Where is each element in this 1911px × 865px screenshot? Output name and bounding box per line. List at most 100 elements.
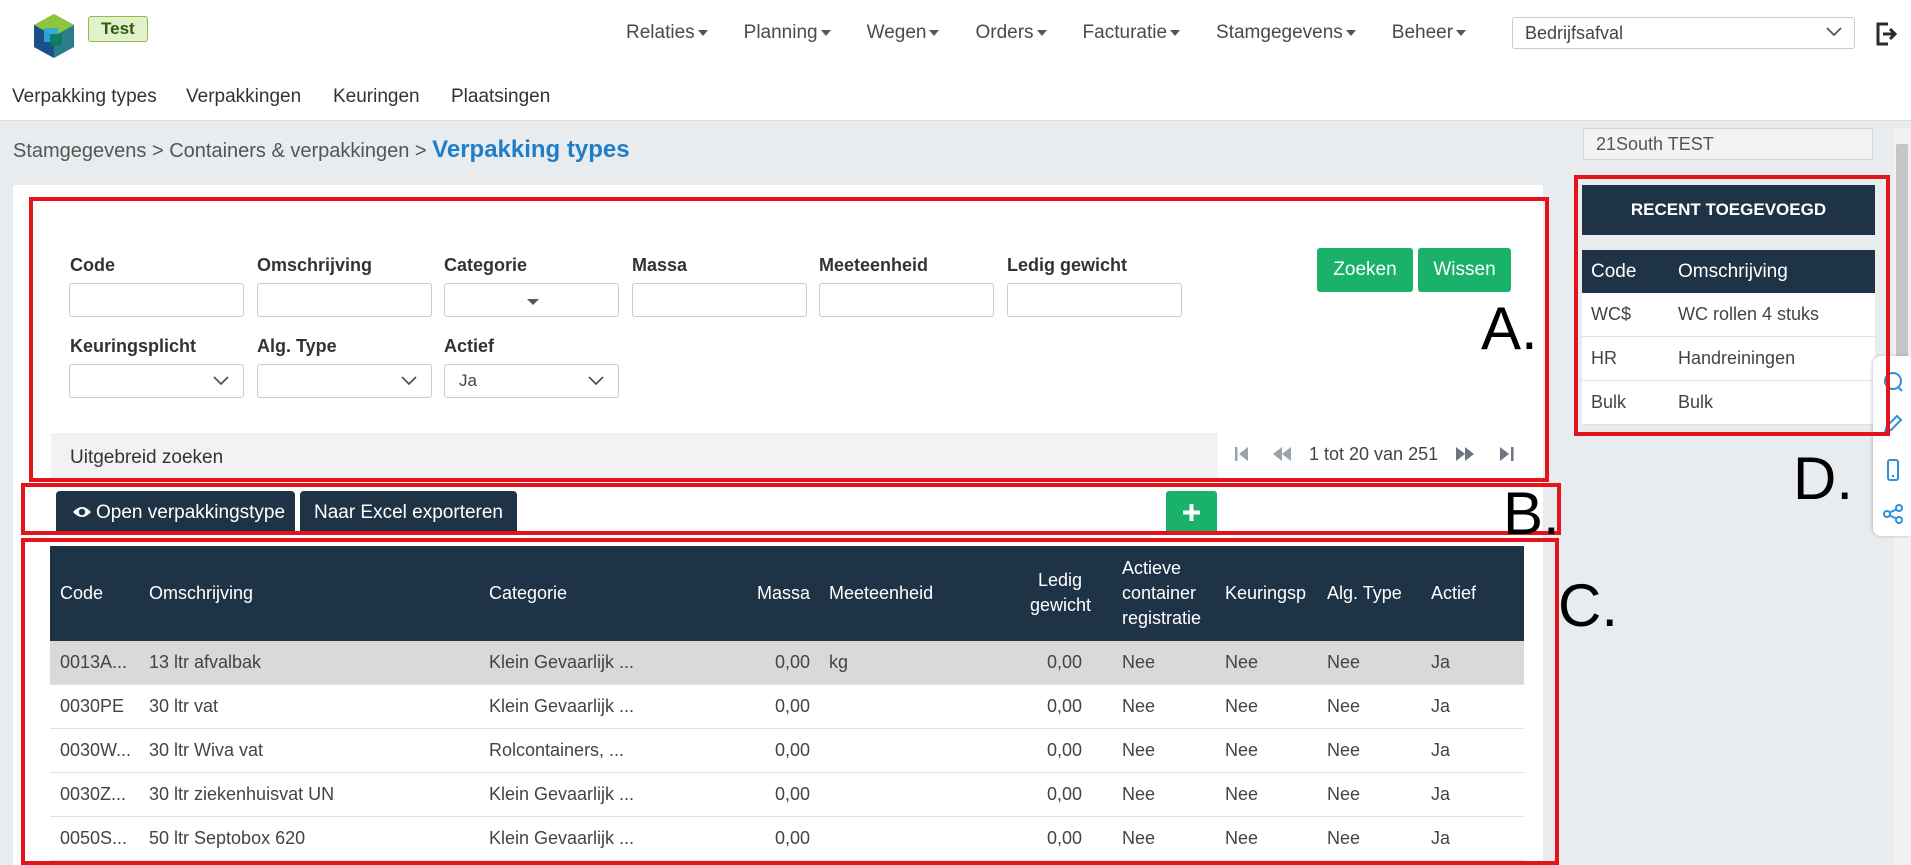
page-title: Verpakking types: [432, 136, 630, 163]
nav-facturatie[interactable]: Facturatie: [1083, 22, 1181, 48]
meeteenheid-input[interactable]: [819, 283, 994, 317]
header-line: registratie: [1122, 608, 1202, 628]
cell-categorie: Klein Gevaarlijk ...: [489, 696, 635, 716]
caret-down-icon: [929, 29, 940, 36]
first-page-icon[interactable]: [1230, 443, 1254, 465]
cell-code: 0030W...: [60, 740, 132, 760]
cell-omschrijving: 50 ltr Septobox 620: [149, 828, 306, 848]
cell-alg-type: Nee: [1327, 696, 1361, 716]
cell-keuringsp: Nee: [1225, 784, 1259, 804]
actief-select[interactable]: Ja: [444, 364, 619, 398]
nav-label: Wegen: [866, 22, 927, 43]
table-row[interactable]: 0030W... 30 ltr Wiva vat Rolcontainers, …: [50, 729, 1524, 773]
export-excel-button[interactable]: Naar Excel exporteren: [300, 491, 517, 534]
cell-ledig-gewicht: 0,00: [1046, 828, 1082, 848]
column-header-categorie[interactable]: Categorie: [489, 581, 567, 606]
advanced-search-bar[interactable]: [51, 433, 1218, 480]
cell-actief: Ja: [1431, 784, 1451, 804]
app-logo-icon[interactable]: [30, 12, 78, 60]
eye-icon: [73, 507, 91, 517]
chat-icon[interactable]: [1881, 370, 1905, 394]
nav-stamgegevens[interactable]: Stamgegevens: [1216, 22, 1356, 48]
chevron-down-icon: [401, 376, 417, 386]
cell-massa: 0,00: [774, 740, 810, 760]
cell-categorie: Rolcontainers, ...: [489, 740, 625, 760]
column-header-alg-type[interactable]: Alg. Type: [1327, 581, 1402, 606]
column-header-ledig-gewicht[interactable]: Ledig gewicht: [1030, 568, 1092, 618]
advanced-search-link[interactable]: Uitgebreid zoeken: [70, 447, 223, 469]
cell-actief: Ja: [1431, 652, 1451, 672]
cell-actieve-registratie: Nee: [1122, 828, 1156, 848]
breadcrumb: Stamgegevens > Containers & verpakkingen…: [13, 136, 630, 164]
recent-row[interactable]: Bulk Bulk: [1582, 381, 1875, 425]
header-line: Ledig: [1037, 570, 1082, 590]
company-select-value: Bedrijfsafval: [1525, 23, 1624, 43]
table-row[interactable]: 0050S... 50 ltr Septobox 620 Klein Gevaa…: [50, 817, 1524, 861]
cell-massa: 0,00: [774, 828, 810, 848]
table-row[interactable]: 0030Z... 30 ltr ziekenhuisvat UN Klein G…: [50, 773, 1524, 817]
alg-type-select[interactable]: [257, 364, 432, 398]
next-page-icon[interactable]: [1453, 443, 1477, 465]
company-name-box: 21South TEST: [1583, 128, 1873, 160]
subnav-plaatsingen[interactable]: Plaatsingen: [451, 86, 550, 108]
table-row[interactable]: 0030PE 30 ltr vat Klein Gevaarlijk ... 0…: [50, 685, 1524, 729]
column-header-actief[interactable]: Actief: [1431, 581, 1476, 606]
categorie-select[interactable]: [444, 283, 619, 317]
subnav-verpakking-types[interactable]: Verpakking types: [12, 86, 157, 108]
share-icon[interactable]: [1881, 502, 1905, 526]
cell-omschrijving: 13 ltr afvalbak: [149, 652, 262, 672]
meeteenheid-label: Meeteenheid: [819, 255, 929, 275]
column-header-keuringsp[interactable]: Keuringsp: [1225, 581, 1306, 606]
cell-actief: Ja: [1431, 828, 1451, 848]
code-input[interactable]: [69, 283, 244, 317]
mobile-icon[interactable]: [1881, 458, 1905, 482]
table-row[interactable]: 0013A... 13 ltr afvalbak Klein Gevaarlij…: [50, 641, 1524, 685]
nav-label: Orders: [975, 22, 1034, 43]
subnav-verpakkingen[interactable]: Verpakkingen: [186, 86, 301, 108]
open-type-button[interactable]: Open verpakkingstype: [56, 491, 295, 534]
logout-icon[interactable]: [1874, 21, 1898, 47]
cell-actieve-registratie: Nee: [1122, 740, 1156, 760]
massa-input[interactable]: [632, 283, 807, 317]
environment-badge: Test: [88, 16, 148, 42]
cell-code: 0030Z...: [60, 784, 127, 804]
nav-relaties[interactable]: Relaties: [626, 22, 708, 48]
chevron-down-icon: [1826, 27, 1842, 37]
nav-planning[interactable]: Planning: [744, 22, 831, 48]
column-header-code[interactable]: Code: [60, 581, 103, 606]
subnav-keuringen[interactable]: Keuringen: [333, 86, 420, 108]
column-header-actieve-registratie[interactable]: Actieve container registratie: [1122, 556, 1201, 631]
breadcrumb-path[interactable]: Stamgegevens > Containers & verpakkingen…: [13, 140, 427, 162]
recent-row[interactable]: WC$ WC rollen 4 stuks: [1582, 293, 1875, 337]
add-button[interactable]: [1166, 491, 1217, 534]
cell-meeteenheid: kg: [829, 652, 849, 672]
omschrijving-input[interactable]: [257, 283, 432, 317]
cell-alg-type: Nee: [1327, 784, 1361, 804]
recent-row[interactable]: HR Handreiningen: [1582, 337, 1875, 381]
nav-beheer[interactable]: Beheer: [1392, 22, 1467, 48]
actief-label: Actief: [444, 336, 495, 356]
cell-actieve-registratie: Nee: [1122, 696, 1156, 716]
nav-orders[interactable]: Orders: [975, 22, 1047, 48]
company-select[interactable]: Bedrijfsafval: [1512, 17, 1855, 49]
last-page-icon[interactable]: [1495, 443, 1519, 465]
pen-icon[interactable]: [1881, 412, 1905, 436]
cell-ledig-gewicht: 0,00: [1046, 652, 1082, 672]
keuringsplicht-select[interactable]: [69, 364, 244, 398]
sub-nav: Verpakking types Verpakkingen Keuringen …: [0, 73, 1911, 121]
header-line: gewicht: [1030, 595, 1092, 615]
nav-wegen[interactable]: Wegen: [867, 22, 940, 48]
plus-icon: [1183, 504, 1200, 521]
caret-down-icon: [1345, 29, 1356, 36]
clear-button[interactable]: Wissen: [1418, 248, 1511, 292]
header-line: container: [1122, 583, 1197, 603]
column-header-massa[interactable]: Massa: [757, 581, 810, 606]
cell-keuringsp: Nee: [1225, 740, 1259, 760]
ledig-gewicht-input[interactable]: [1007, 283, 1182, 317]
cell-omschrijving: 30 ltr ziekenhuisvat UN: [149, 784, 335, 804]
column-header-omschrijving[interactable]: Omschrijving: [149, 581, 253, 606]
column-header-meeteenheid[interactable]: Meeteenheid: [829, 581, 933, 606]
prev-page-icon[interactable]: [1270, 443, 1294, 465]
search-button[interactable]: Zoeken: [1317, 248, 1413, 292]
cell-keuringsp: Nee: [1225, 696, 1259, 716]
